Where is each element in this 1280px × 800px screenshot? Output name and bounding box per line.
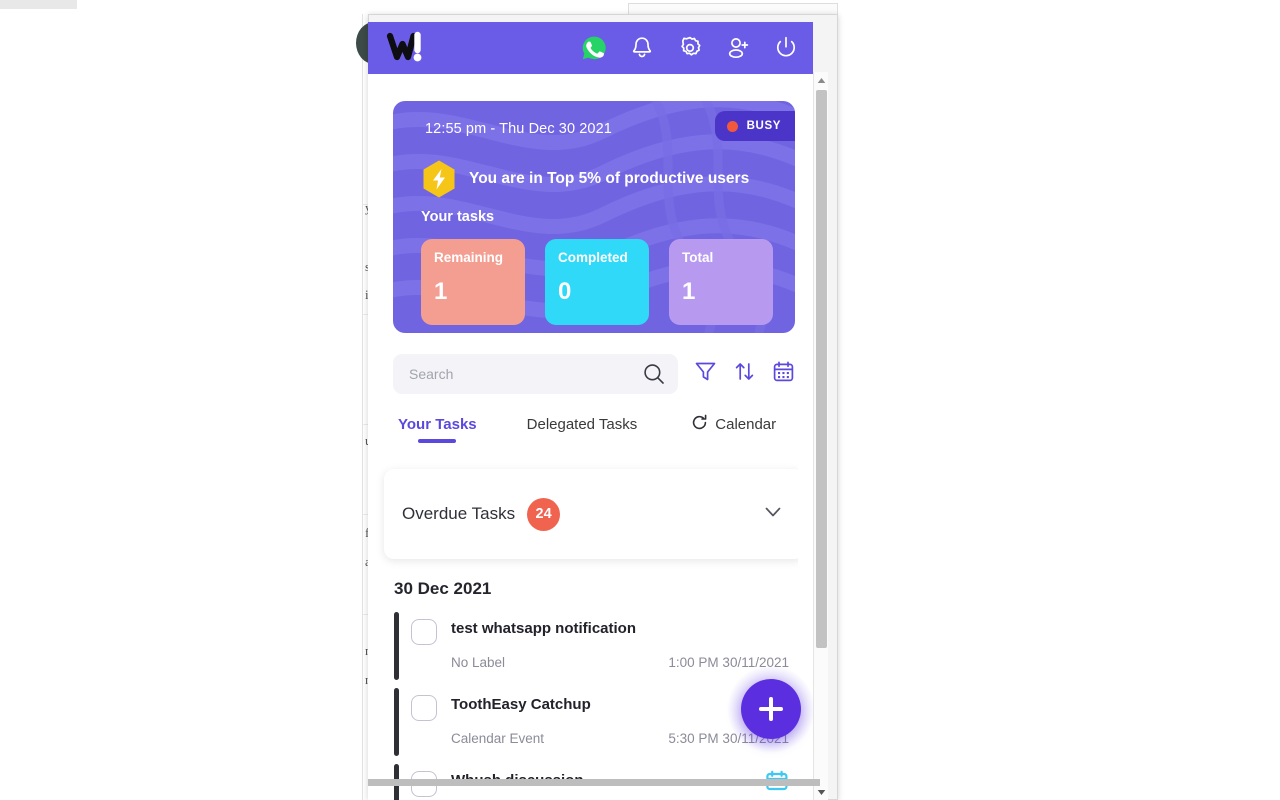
whatsapp-icon[interactable] bbox=[581, 35, 607, 61]
priority-bar bbox=[394, 612, 399, 680]
stat-label: Total bbox=[682, 250, 714, 265]
tab-delegated-tasks[interactable]: Delegated Tasks bbox=[527, 416, 638, 443]
stat-label: Completed bbox=[558, 250, 628, 265]
scrollbar-thumb[interactable] bbox=[816, 90, 827, 648]
tab-label: Calendar bbox=[715, 416, 777, 433]
stat-value: 1 bbox=[434, 277, 448, 305]
bell-icon[interactable] bbox=[629, 35, 655, 61]
window-bottom-edge bbox=[368, 779, 820, 786]
refresh-icon bbox=[691, 414, 708, 435]
tab-label: Your Tasks bbox=[398, 416, 477, 433]
overdue-tasks-title: Overdue Tasks bbox=[402, 504, 516, 523]
task-checkbox[interactable] bbox=[411, 619, 437, 645]
task-title: ToothEasy Catchup bbox=[451, 696, 591, 713]
tab-label: Delegated Tasks bbox=[526, 416, 638, 433]
priority-bar bbox=[394, 688, 399, 756]
status-dot bbox=[726, 120, 738, 132]
app-header bbox=[368, 22, 813, 74]
task-label: Calendar Event bbox=[451, 731, 545, 746]
stat-card-row: Remaining 1 Completed 0 Total 1 bbox=[421, 239, 773, 325]
task-date-heading: 30 Dec 2021 bbox=[394, 579, 492, 598]
achievement-row: You are in Top 5% of productive users bbox=[421, 159, 749, 199]
add-task-button[interactable] bbox=[741, 679, 801, 739]
overdue-tasks-card[interactable]: Overdue Tasks 24 bbox=[384, 469, 798, 559]
filter-icon[interactable] bbox=[694, 360, 717, 388]
task-label: No Label bbox=[451, 655, 506, 670]
task-row[interactable]: ToothEasy Catchup Calendar Event 5:30 PM… bbox=[394, 684, 794, 760]
achievement-text: You are in Top 5% of productive users bbox=[469, 170, 750, 187]
status-badge-label: BUSY bbox=[746, 120, 781, 132]
overdue-count-badge: 24 bbox=[527, 497, 561, 531]
search-row bbox=[393, 354, 795, 394]
tab-your-tasks[interactable]: Your Tasks bbox=[398, 416, 477, 443]
header-icon-group bbox=[581, 22, 799, 74]
tab-calendar[interactable]: Calendar bbox=[691, 414, 776, 445]
top-grey-strip bbox=[0, 0, 77, 9]
search-box[interactable] bbox=[393, 354, 678, 394]
stat-card-remaining[interactable]: Remaining 1 bbox=[421, 239, 525, 325]
stat-card-total[interactable]: Total 1 bbox=[669, 239, 773, 325]
vertical-scrollbar[interactable] bbox=[813, 72, 828, 800]
status-badge[interactable]: BUSY bbox=[714, 111, 795, 141]
scroll-down-button[interactable] bbox=[814, 784, 829, 800]
hero-datetime: 12:55 pm - Thu Dec 30 2021 bbox=[425, 121, 612, 137]
lightning-hex-icon bbox=[421, 159, 457, 199]
power-icon[interactable] bbox=[773, 35, 799, 61]
scroll-up-button[interactable] bbox=[814, 72, 829, 88]
chevron-down-icon[interactable] bbox=[762, 501, 784, 528]
stat-value: 0 bbox=[558, 277, 572, 305]
sort-icon[interactable] bbox=[733, 360, 756, 388]
tab-bar: Your Tasks Delegated Tasks Calendar bbox=[393, 414, 795, 445]
app-panel: 12:55 pm - Thu Dec 30 2021 BUSY You are … bbox=[368, 22, 813, 800]
search-input[interactable] bbox=[409, 366, 659, 382]
stat-label: Remaining bbox=[434, 250, 504, 265]
search-icon[interactable] bbox=[643, 363, 665, 390]
calendar-icon[interactable] bbox=[772, 360, 795, 388]
gear-icon[interactable] bbox=[677, 35, 703, 61]
scroll-body: 12:55 pm - Thu Dec 30 2021 BUSY You are … bbox=[368, 74, 798, 800]
task-checkbox[interactable] bbox=[411, 695, 437, 721]
your-tasks-heading: Your tasks bbox=[421, 209, 495, 225]
app-logo[interactable] bbox=[384, 29, 428, 67]
stat-card-completed[interactable]: Completed 0 bbox=[545, 239, 649, 325]
add-user-icon[interactable] bbox=[725, 35, 751, 61]
task-due-time: 1:00 PM 30/11/2021 bbox=[668, 655, 789, 670]
stat-value: 1 bbox=[682, 277, 696, 305]
task-row[interactable]: test whatsapp notification No Label 1:00… bbox=[394, 608, 794, 684]
hero-card: 12:55 pm - Thu Dec 30 2021 BUSY You are … bbox=[393, 101, 795, 333]
task-title: test whatsapp notification bbox=[451, 620, 637, 637]
screen: y s it u fo ai no re bbox=[0, 0, 1280, 800]
task-list: test whatsapp notification No Label 1:00… bbox=[394, 608, 794, 800]
